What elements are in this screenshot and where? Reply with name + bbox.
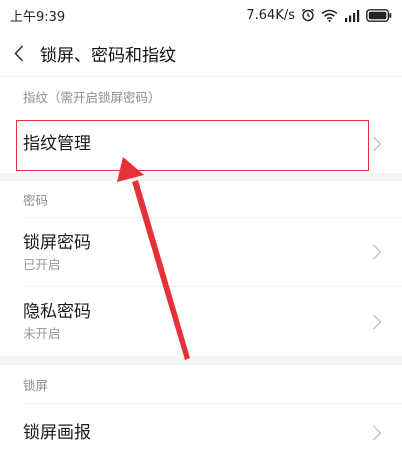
lock-screen-magazine-item[interactable]: 锁屏画报 <box>0 404 402 462</box>
highlight-box <box>16 120 369 171</box>
network-speed: 7.64K/s <box>246 7 295 23</box>
row-title: 锁屏画报 <box>23 423 91 443</box>
wifi-icon <box>321 9 338 22</box>
status-bar: 上午9:39 7.64K/s <box>0 0 402 30</box>
section-gap <box>0 173 402 181</box>
battery-icon <box>366 8 392 22</box>
row-status: 已开启 <box>23 256 61 272</box>
chevron-right-icon <box>373 136 382 152</box>
section-header-lockscreen: 锁屏 <box>23 377 49 393</box>
signal-icon <box>345 9 360 22</box>
chevron-right-icon <box>373 244 382 260</box>
section-header-fingerprint: 指纹（需开启锁屏密码） <box>23 89 161 105</box>
back-button[interactable] <box>2 30 36 76</box>
privacy-password-item[interactable]: 隐私密码 未开启 <box>0 287 402 356</box>
chevron-right-icon <box>373 425 382 441</box>
section-gap <box>0 356 402 365</box>
lock-screen-password-item[interactable]: 锁屏密码 已开启 <box>0 218 402 286</box>
chevron-left-icon <box>14 44 24 62</box>
alarm-icon <box>302 8 314 22</box>
section-header-password: 密码 <box>23 192 49 208</box>
page-title: 锁屏、密码和指纹 <box>40 45 176 66</box>
nav-bar: 锁屏、密码和指纹 <box>0 30 402 76</box>
chevron-right-icon <box>373 314 382 329</box>
status-time: 上午9:39 <box>10 9 66 25</box>
row-title: 隐私密码 <box>23 302 91 322</box>
row-status: 未开启 <box>23 326 61 341</box>
status-icons: 7.64K/s <box>246 8 392 23</box>
row-title: 锁屏密码 <box>23 232 91 253</box>
